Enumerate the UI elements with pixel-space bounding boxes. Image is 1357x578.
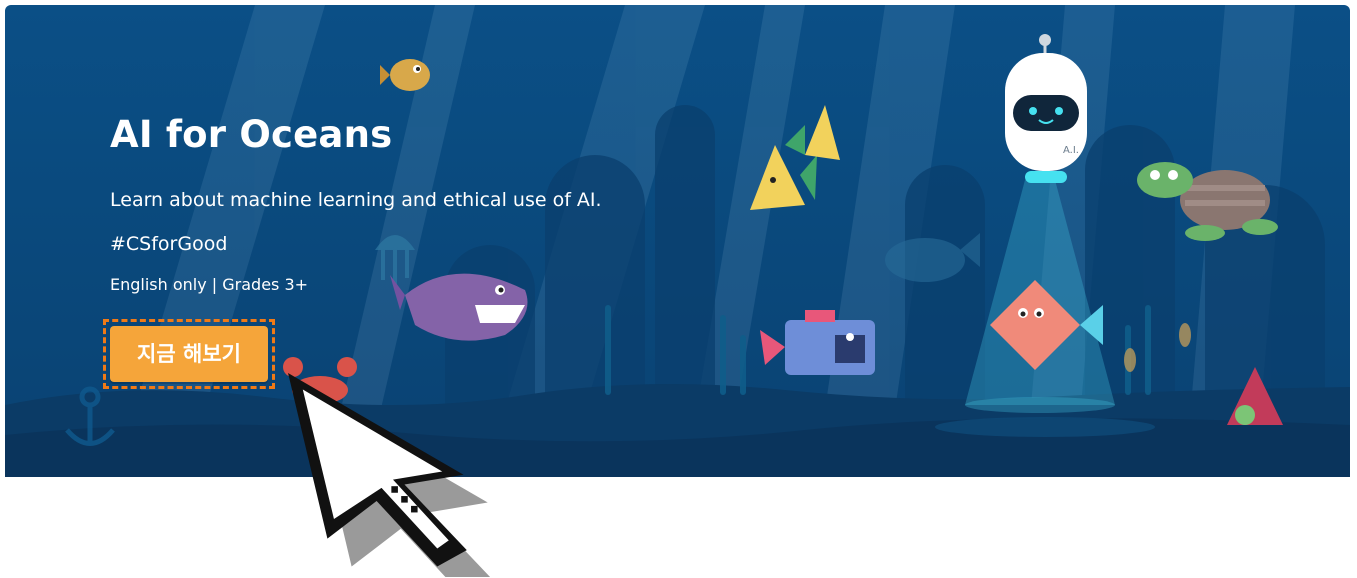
page: A.I. AI for Oceans Learn about machine l…	[0, 0, 1357, 578]
try-now-button[interactable]: 지금 해보기	[110, 326, 268, 382]
jellyfish	[375, 235, 415, 284]
hand-pointer-icon	[288, 373, 491, 577]
ai-for-oceans-banner: A.I. AI for Oceans Learn about machine l…	[5, 5, 1350, 477]
seafloor	[5, 384, 1350, 477]
banner-description: Learn about machine learning and ethical…	[110, 189, 602, 211]
small-yellow-fish	[380, 59, 430, 91]
banner-hashtag: #CSforGood	[110, 233, 228, 255]
purple-shark	[390, 273, 528, 341]
page-title: AI for Oceans	[110, 113, 393, 156]
banner-language-grades: English only | Grades 3+	[110, 275, 309, 294]
robot-chest-label: A.I.	[1063, 145, 1079, 156]
